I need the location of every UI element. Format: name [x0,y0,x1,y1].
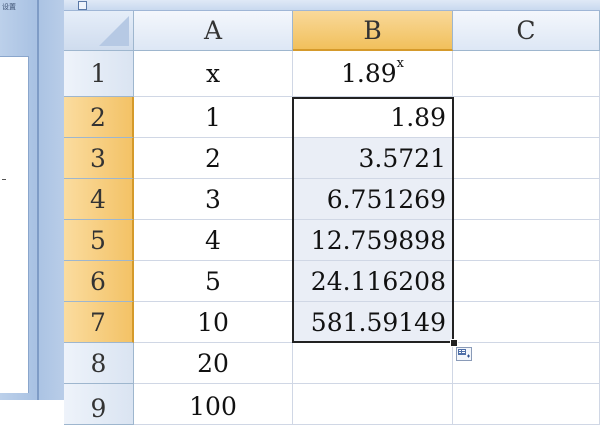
cell-a9[interactable]: 100 [134,384,293,425]
cell-c5[interactable] [453,220,600,261]
row-header-7[interactable]: 7 [64,302,134,343]
row-header-1[interactable]: 1 [64,51,134,97]
column-header-c[interactable]: C [453,11,600,51]
fill-handle[interactable] [450,339,458,347]
cell-c8[interactable] [453,343,600,384]
cell-b1-base: 1.89 [340,59,397,88]
cell-c6[interactable] [453,261,600,302]
row-header-2[interactable]: 2 [64,97,134,138]
left-task-pane: 设置 [0,0,64,400]
cell-a2[interactable]: 1 [134,97,293,138]
left-pane-content[interactable] [0,56,29,393]
cell-b1[interactable]: 1.89 x [293,51,453,97]
left-pane-tick [2,179,6,180]
select-all-corner-icon[interactable] [64,11,134,51]
cell-b6[interactable]: 24.116208 [293,261,453,302]
row-header-6[interactable]: 6 [64,261,134,302]
autofill-options-icon[interactable] [456,347,472,361]
row-header-8[interactable]: 8 [64,343,134,384]
cell-c1[interactable] [453,51,600,97]
row-header-3[interactable]: 3 [64,138,134,179]
cell-b9[interactable] [293,384,453,425]
column-header-b[interactable]: B [293,11,453,51]
cell-b3[interactable]: 3.5721 [293,138,453,179]
cell-a6[interactable]: 5 [134,261,293,302]
row-header-9[interactable]: 9 [64,384,134,425]
cell-c3[interactable] [453,138,600,179]
cell-a8[interactable]: 20 [134,343,293,384]
cell-b5[interactable]: 12.759898 [293,220,453,261]
cell-b7[interactable]: 581.59149 [293,302,453,343]
cell-a4[interactable]: 3 [134,179,293,220]
cell-a3[interactable]: 2 [134,138,293,179]
row-header-5[interactable]: 5 [64,220,134,261]
row-header-4[interactable]: 4 [64,179,134,220]
cell-b1-exponent: x [396,56,404,71]
cell-c9[interactable] [453,384,600,425]
cell-a7[interactable]: 10 [134,302,293,343]
cell-b2[interactable]: 1.89 [293,97,453,138]
cell-c7[interactable] [453,302,600,343]
cell-c4[interactable] [453,179,600,220]
column-header-a[interactable]: A [134,11,293,51]
cell-c2[interactable] [453,97,600,138]
cell-b8[interactable] [293,343,453,384]
spreadsheet-grid[interactable]: A B C 1 x 1.89 x 2 1 1.89 3 2 3.5721 4 3 … [64,11,600,425]
cell-b4[interactable]: 6.751269 [293,179,453,220]
pane-divider[interactable] [37,0,39,400]
document-icon [78,1,87,10]
cell-a5[interactable]: 4 [134,220,293,261]
window-title-strip [64,0,600,11]
left-pane-label: 设置 [2,3,16,11]
cell-a1[interactable]: x [134,51,293,97]
